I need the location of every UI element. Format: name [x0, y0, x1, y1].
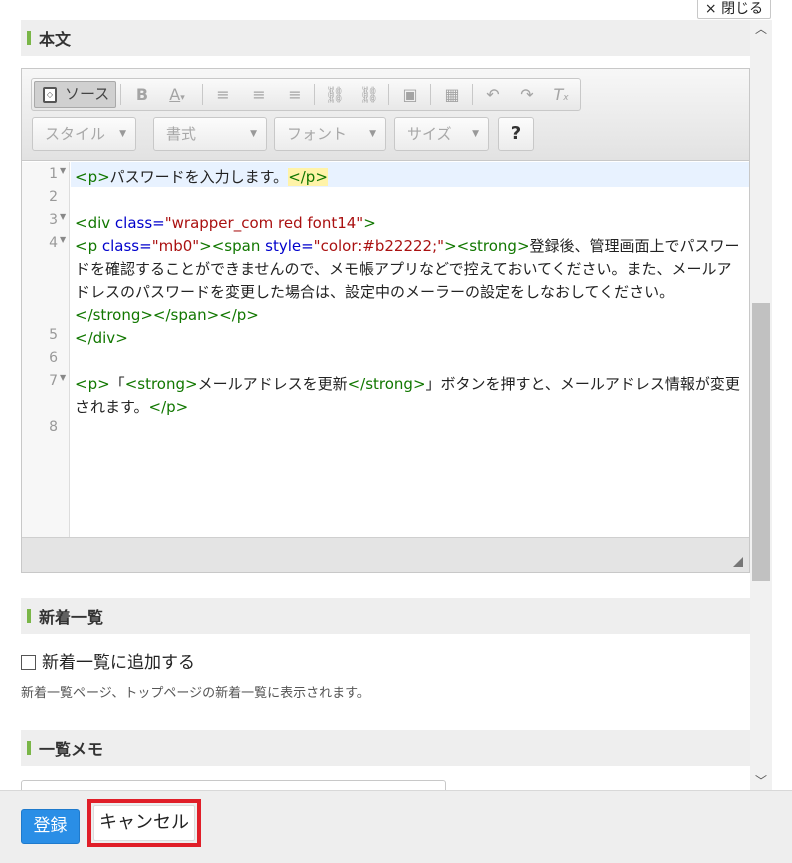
memo-input[interactable]: [21, 780, 446, 790]
code-text: </div>: [75, 329, 128, 347]
source-button[interactable]: ◇ ソース: [34, 81, 116, 108]
size-select-label: サイズ: [407, 125, 452, 143]
line-number: 7: [49, 373, 58, 389]
section-header-news: 新着一覧: [21, 598, 750, 634]
help-button[interactable]: ?: [498, 117, 534, 151]
section-marker: [27, 31, 31, 45]
font-select[interactable]: フォント ▼: [274, 117, 386, 151]
image-icon[interactable]: ▣: [396, 82, 424, 107]
redo-icon[interactable]: ↷: [514, 82, 540, 107]
line-number: 4: [49, 235, 58, 251]
format-select[interactable]: 書式 ▼: [153, 117, 267, 151]
section-header-body: 本文: [21, 20, 750, 56]
code-text: <p class="mb0"><span style="color:#b2222…: [75, 237, 740, 324]
code-text: <div class="wrapper_com red font14">: [75, 214, 376, 232]
chevron-down-icon: ▼: [472, 129, 479, 139]
section-title: 一覧メモ: [39, 740, 104, 759]
section-title: 新着一覧: [39, 608, 104, 627]
size-select[interactable]: サイズ ▼: [394, 117, 489, 151]
fold-icon[interactable]: ▼: [60, 212, 66, 221]
section-title: 本文: [39, 30, 72, 49]
editor-statusbar: [22, 537, 749, 572]
vertical-scrollbar[interactable]: ︿ ﹀: [750, 20, 772, 790]
scrollbar-thumb[interactable]: [752, 303, 770, 581]
cancel-button[interactable]: キャンセル: [93, 805, 195, 841]
fold-icon[interactable]: ▼: [60, 373, 66, 382]
toolbar-button-group: ◇ ソース B A▾ ≡ ≡ ≡ ⛓ ⛓ ▣ ▦ ↶ ↷ Tx: [31, 78, 581, 111]
chevron-down-icon: ▼: [369, 129, 376, 139]
source-button-label: ソース: [65, 85, 110, 103]
save-button[interactable]: 登録: [21, 809, 80, 844]
toolbar-separator: [388, 84, 389, 105]
news-help-text: 新着一覧ページ、トップページの新着一覧に表示されます。: [21, 686, 370, 701]
font-color-button[interactable]: A▾: [160, 82, 194, 107]
checkbox-icon[interactable]: [21, 655, 36, 670]
line-number: 5: [49, 327, 58, 343]
font-select-label: フォント: [287, 125, 348, 143]
section-marker: [27, 741, 31, 755]
source-icon: ◇: [43, 87, 57, 103]
bold-button[interactable]: B: [130, 82, 154, 107]
style-select[interactable]: スタイル ▼: [32, 117, 136, 151]
align-center-icon[interactable]: ≡: [246, 82, 272, 107]
line-number: 8: [49, 419, 58, 435]
toolbar-separator: [314, 84, 315, 105]
align-right-icon[interactable]: ≡: [282, 82, 308, 107]
section-header-memo: 一覧メモ: [21, 730, 750, 766]
line-number: 1: [49, 166, 58, 182]
form-scroll-area: 本文 ◇ ソース B A▾ ≡ ≡ ≡ ⛓ ⛓ ▣ ▦ ↶ ↷ Tx スタイル …: [0, 20, 750, 790]
code-text: <p>「<strong>メールアドレスを更新</strong>」ボタンを押すと、…: [75, 375, 740, 416]
rich-text-editor[interactable]: ◇ ソース B A▾ ≡ ≡ ≡ ⛓ ⛓ ▣ ▦ ↶ ↷ Tx スタイル ▼ 書…: [21, 68, 750, 573]
news-checkbox[interactable]: 新着一覧に追加する: [21, 648, 195, 673]
news-checkbox-label: 新着一覧に追加する: [42, 653, 195, 673]
link-icon[interactable]: ⛓: [322, 82, 348, 107]
toolbar-separator: [202, 84, 203, 105]
chevron-down-icon: ▼: [119, 129, 126, 139]
toolbar-separator: [430, 84, 431, 105]
chevron-down-icon: ▼: [250, 129, 257, 139]
unlink-icon[interactable]: ⛓: [356, 82, 382, 107]
table-icon[interactable]: ▦: [438, 82, 466, 107]
line-number: 3: [49, 212, 58, 228]
close-button[interactable]: × 閉じる: [697, 0, 771, 19]
line-number: 6: [49, 350, 58, 366]
format-select-label: 書式: [166, 125, 197, 143]
code-area[interactable]: 1 ▼ <p>パスワードを入力します。</p> 2 3 ▼ <div class="…: [22, 162, 749, 537]
scroll-up-icon[interactable]: ︿: [750, 20, 772, 38]
footer-bar: 登録 キャンセル: [0, 790, 792, 863]
editor-toolbar: ◇ ソース B A▾ ≡ ≡ ≡ ⛓ ⛓ ▣ ▦ ↶ ↷ Tx スタイル ▼ 書…: [22, 69, 749, 161]
fold-icon[interactable]: ▼: [60, 166, 66, 175]
align-left-icon[interactable]: ≡: [210, 82, 236, 107]
resize-handle-icon[interactable]: [733, 557, 743, 567]
font-color-icon: A: [169, 85, 181, 104]
toolbar-separator: [472, 84, 473, 105]
scroll-down-icon[interactable]: ﹀: [750, 772, 772, 790]
toolbar-separator: [120, 84, 121, 105]
undo-icon[interactable]: ↶: [480, 82, 506, 107]
code-text: <p>パスワードを入力します。</p>: [75, 168, 328, 186]
section-marker: [27, 609, 31, 623]
style-select-label: スタイル: [45, 125, 106, 143]
line-number: 2: [49, 189, 58, 205]
remove-format-icon[interactable]: Tx: [548, 82, 574, 107]
fold-icon[interactable]: ▼: [60, 235, 66, 244]
